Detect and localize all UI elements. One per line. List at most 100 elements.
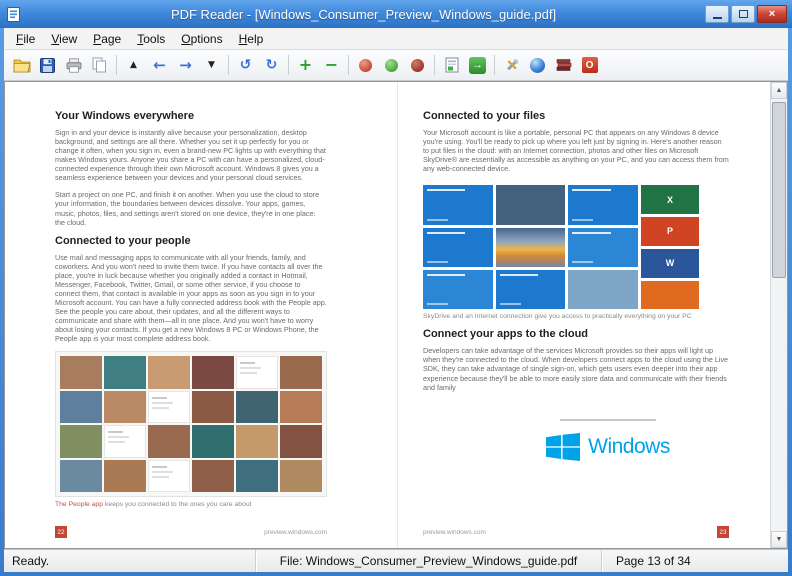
- maximize-button[interactable]: [731, 5, 755, 23]
- body-paragraph: Your Microsoft account is like a portabl…: [423, 128, 729, 173]
- document-view: Your Windows everywhere Sign in and your…: [4, 81, 788, 549]
- zoom-in-button[interactable]: +: [293, 53, 318, 78]
- books-icon: [556, 58, 572, 72]
- maximize-icon: [739, 10, 748, 18]
- redo-icon: ↻: [266, 58, 278, 72]
- green-circle-button[interactable]: [379, 53, 404, 78]
- arrow-right-icon: →: [179, 58, 192, 73]
- photo-tile: [104, 391, 146, 424]
- vertical-scrollbar[interactable]: ▲ ▼: [770, 82, 787, 548]
- skydrive-tile: [568, 228, 638, 267]
- toolbar-separator: [288, 55, 289, 75]
- menu-options[interactable]: Options: [173, 30, 230, 48]
- print-icon: [66, 58, 82, 73]
- photo-tile: [148, 356, 190, 389]
- body-paragraph: Start a project on one PC, and finish it…: [55, 190, 327, 226]
- copy-button[interactable]: [87, 53, 112, 78]
- scroll-down-button[interactable]: ▼: [771, 531, 787, 548]
- triangle-up-icon: ▲: [130, 60, 137, 70]
- skydrive-tile: [423, 270, 493, 309]
- close-button[interactable]: ×: [757, 5, 787, 23]
- red-circle-button[interactable]: [353, 53, 378, 78]
- body-paragraph: Developers can take advantage of the ser…: [423, 346, 729, 391]
- photo-tile: [280, 425, 322, 458]
- photo-tile: [192, 425, 234, 458]
- print-button[interactable]: [61, 53, 86, 78]
- page-up-button[interactable]: ▲: [121, 53, 146, 78]
- app-tile: X: [641, 185, 699, 214]
- save-button[interactable]: [35, 53, 60, 78]
- page-23: Connected to your files Your Microsoft a…: [423, 110, 729, 544]
- toolbar-separator: [434, 55, 435, 75]
- skydrive-tile: [568, 270, 638, 309]
- settings-button[interactable]: [499, 53, 524, 78]
- arrow-left-icon: ←: [153, 58, 166, 73]
- scroll-up-icon: ▲: [776, 87, 783, 94]
- skydrive-app-tiles: XPW: [641, 185, 699, 309]
- photo-tile: [280, 460, 322, 493]
- image-caption: SkyDrive and an Internet connection give…: [423, 313, 729, 320]
- photo-tile: [148, 460, 190, 493]
- caption-text: keeps you connected to the ones you care…: [103, 501, 252, 508]
- photo-tile: [192, 391, 234, 424]
- section-heading: Connected to your files: [423, 110, 729, 122]
- menu-tools[interactable]: Tools: [129, 30, 173, 48]
- menu-file[interactable]: File: [8, 30, 43, 48]
- page-gutter: [397, 82, 398, 548]
- photo-tile: [104, 460, 146, 493]
- body-paragraph: Use mail and messaging apps to communica…: [55, 253, 327, 344]
- skydrive-tile: [496, 270, 566, 309]
- maroon-circle-button[interactable]: [405, 53, 430, 78]
- logo-tagline-line: [560, 419, 656, 421]
- save-icon: [40, 58, 55, 73]
- page-footer: preview.windows.com 23: [423, 526, 729, 538]
- photo-tile: [280, 391, 322, 424]
- help-button[interactable]: [525, 53, 550, 78]
- menubar: File View Page Tools Options Help: [4, 28, 788, 50]
- open-button[interactable]: [9, 53, 34, 78]
- page-down-button[interactable]: ▼: [199, 53, 224, 78]
- skydrive-tile: [496, 185, 566, 224]
- copy-icon: [92, 57, 107, 73]
- statusbar: Ready. File: Windows_Consumer_Preview_Wi…: [4, 549, 788, 572]
- skydrive-tile: [423, 185, 493, 224]
- next-page-button[interactable]: →: [173, 53, 198, 78]
- scrollbar-thumb[interactable]: [772, 102, 786, 278]
- windows-flag-icon: [546, 433, 580, 461]
- status-page-indicator: Page 13 of 34: [602, 550, 788, 572]
- pdf-reader-window: PDF Reader - [Windows_Consumer_Preview_W…: [0, 0, 792, 576]
- previous-page-button[interactable]: ←: [147, 53, 172, 78]
- library-button[interactable]: [551, 53, 576, 78]
- status-ready: Ready.: [4, 550, 256, 572]
- app-tile: W: [641, 249, 699, 278]
- section-heading: Connected to your people: [55, 235, 327, 247]
- menu-page[interactable]: Page: [85, 30, 129, 48]
- minimize-button[interactable]: [705, 5, 729, 23]
- skydrive-tile-grid: [423, 185, 638, 309]
- app-tile: P: [641, 217, 699, 246]
- menu-view[interactable]: View: [43, 30, 85, 48]
- titlebar: PDF Reader - [Windows_Consumer_Preview_W…: [0, 0, 792, 28]
- about-button[interactable]: O: [577, 53, 602, 78]
- site-url: preview.windows.com: [423, 529, 486, 536]
- photo-tile: [60, 356, 102, 389]
- toolbar: ▲ ← → ▼ ↺ ↻ + − →: [4, 50, 788, 81]
- photo-tile: [104, 356, 146, 389]
- undo-button[interactable]: ↺: [233, 53, 258, 78]
- scroll-up-button[interactable]: ▲: [771, 82, 787, 99]
- undo-icon: ↺: [240, 58, 252, 72]
- image-caption: The People app keeps you connected to th…: [55, 501, 327, 508]
- scroll-down-icon: ▼: [776, 536, 783, 543]
- caption-link: The People app: [55, 501, 103, 508]
- section-heading: Your Windows everywhere: [55, 110, 327, 122]
- go-button[interactable]: →: [465, 53, 490, 78]
- maroon-circle-icon: [411, 59, 424, 72]
- page-view-button[interactable]: [439, 53, 464, 78]
- help-globe-icon: [530, 58, 545, 73]
- skydrive-tile: [496, 228, 566, 267]
- folder-open-icon: [13, 58, 31, 73]
- red-circle-icon: [359, 59, 372, 72]
- redo-button[interactable]: ↻: [259, 53, 284, 78]
- zoom-out-button[interactable]: −: [319, 53, 344, 78]
- menu-help[interactable]: Help: [231, 30, 272, 48]
